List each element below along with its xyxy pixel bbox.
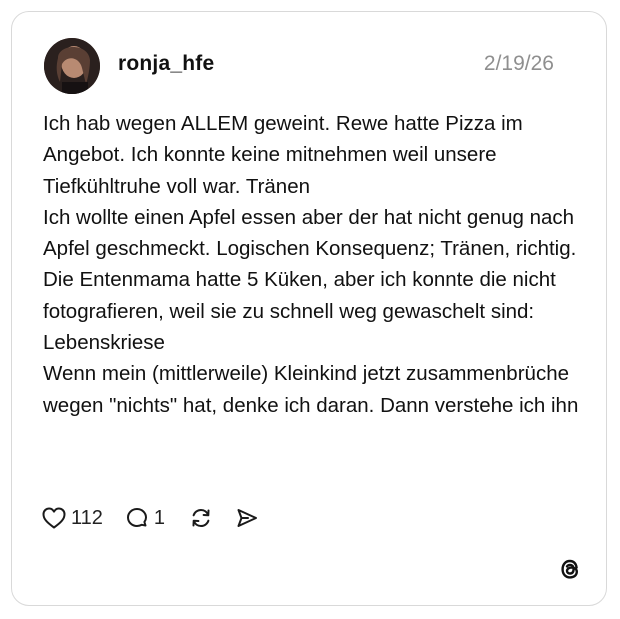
comment-count: 1: [153, 506, 166, 529]
threads-logo-icon: [556, 555, 584, 583]
username[interactable]: ronja_hfe: [118, 52, 214, 76]
avatar-image: [44, 38, 100, 94]
post-date: 2/19/26: [483, 52, 554, 75]
send-icon: [237, 509, 258, 527]
post-card: ronja_hfe 2/19/26 Ich hab wegen ALLEM ge…: [11, 11, 607, 606]
action-bar: 112 1: [42, 504, 259, 532]
repost-icon: [192, 508, 210, 528]
heart-icon: [42, 507, 66, 529]
repost-button[interactable]: [189, 506, 213, 530]
post-text: Ich hab wegen ALLEM geweint. Rewe hatte …: [43, 112, 579, 417]
comment-button[interactable]: 1: [125, 506, 165, 530]
like-button[interactable]: 112: [42, 507, 103, 530]
like-count: 112: [71, 506, 103, 529]
avatar[interactable]: [44, 38, 100, 94]
comment-bubble-icon: [126, 508, 147, 527]
share-button[interactable]: [235, 506, 259, 530]
